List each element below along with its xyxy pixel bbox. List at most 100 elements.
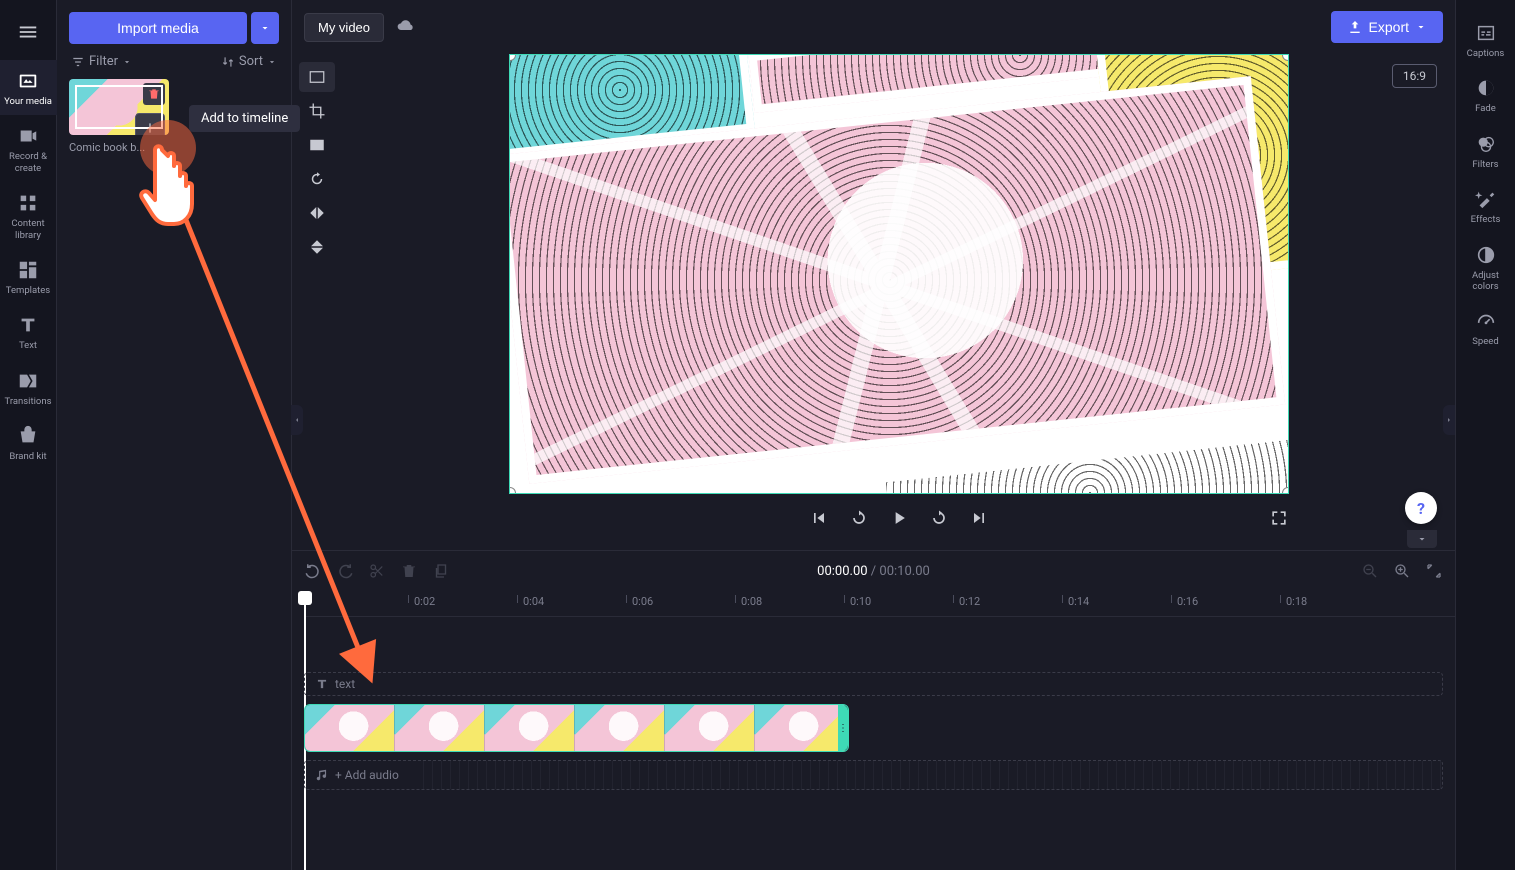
cloud-save-icon (396, 15, 416, 39)
sidebar-label: Templates (6, 285, 50, 296)
preview-canvas[interactable] (509, 54, 1289, 494)
right-item-fade[interactable]: Fade (1457, 67, 1514, 122)
right-label: Captions (1467, 48, 1505, 59)
current-time: 00:00.00 (817, 564, 867, 579)
right-label: Adjust colors (1461, 270, 1510, 293)
filter-label: Filter (89, 54, 118, 69)
sidebar-label: Transitions (5, 396, 52, 407)
sort-button[interactable]: Sort (221, 54, 277, 69)
timeline-toolbar: 00:00.00 / 00:10.00 (292, 551, 1455, 591)
import-media-button[interactable]: Import media (69, 12, 247, 44)
clip-thumbnails (305, 705, 845, 751)
ruler-mark: 0:06 (632, 595, 653, 608)
split-button[interactable] (368, 562, 386, 580)
text-icon (315, 677, 329, 691)
add-to-timeline-tooltip: Add to timeline (189, 105, 300, 132)
menu-button[interactable] (0, 12, 57, 52)
total-time: 00:10.00 (879, 564, 929, 579)
right-label: Speed (1472, 336, 1498, 347)
step-forward-button[interactable] (929, 508, 949, 528)
ruler-mark: 0:12 (959, 595, 980, 608)
skip-end-button[interactable] (969, 508, 989, 528)
transport-controls (509, 494, 1289, 538)
preview-wrap (342, 54, 1455, 550)
help-expand-button[interactable] (1407, 530, 1437, 548)
import-media-caret[interactable] (251, 12, 279, 44)
ruler-mark: 0:14 (1068, 595, 1089, 608)
sidebar-item-templates[interactable]: Templates (0, 249, 57, 304)
sidebar-item-transitions[interactable]: Transitions (0, 360, 57, 415)
audio-track-label: + Add audio (335, 768, 399, 782)
right-label: Fade (1475, 103, 1496, 114)
zoom-in-button[interactable] (1393, 562, 1411, 580)
ruler-mark: 0:16 (1177, 595, 1198, 608)
delete-media-button[interactable] (143, 83, 165, 105)
sidebar-item-text[interactable]: Text (0, 304, 57, 359)
duplicate-button[interactable] (432, 562, 450, 580)
export-button[interactable]: Export (1331, 11, 1443, 43)
timeline-area: 00:00.00 / 00:10.00 0 0:020:040:060:080:… (292, 550, 1455, 870)
main-area: Export (292, 0, 1455, 870)
tracks-container: text ⋮ ⋮ + Add audio (304, 617, 1443, 870)
media-item[interactable]: Comic book b... Add to timeline (69, 79, 169, 154)
sidebar-label: Brand kit (9, 451, 46, 462)
text-track[interactable]: text (304, 672, 1443, 696)
collapse-panel-button[interactable] (291, 405, 303, 435)
sort-label: Sort (239, 54, 263, 69)
sidebar-label: Text (19, 340, 37, 351)
right-item-adjust-colors[interactable]: Adjust colors (1457, 234, 1514, 301)
fit-button[interactable] (299, 62, 335, 92)
text-track-label: text (335, 677, 355, 691)
media-panel: Import media Filter Sort Com (57, 0, 292, 870)
sidebar-label: Your media (4, 96, 52, 107)
ruler-mark: 0:18 (1286, 595, 1307, 608)
right-item-effects[interactable]: Effects (1457, 178, 1514, 233)
top-bar: Export (292, 0, 1455, 54)
rotate-button[interactable] (299, 164, 335, 194)
sidebar-item-your-media[interactable]: Your media (0, 60, 57, 115)
video-clip[interactable]: ⋮ ⋮ (304, 704, 849, 752)
help-button[interactable]: ? (1405, 492, 1437, 524)
left-tool-rail: Your media Record & create Content libra… (0, 0, 57, 870)
add-to-timeline-button[interactable] (135, 113, 165, 135)
right-item-captions[interactable]: Captions (1457, 12, 1514, 67)
right-item-filters[interactable]: Filters (1457, 123, 1514, 178)
sidebar-label: Record & create (4, 151, 53, 174)
project-title-input[interactable] (304, 13, 384, 42)
right-item-speed[interactable]: Speed (1457, 300, 1514, 355)
zoom-out-button[interactable] (1361, 562, 1379, 580)
aspect-ratio-button[interactable]: 16:9 (1392, 64, 1437, 88)
stage-container (292, 54, 1455, 550)
ruler-mark: 0:08 (741, 595, 762, 608)
skip-start-button[interactable] (809, 508, 829, 528)
flip-h-button[interactable] (299, 198, 335, 228)
sidebar-item-brand-kit[interactable]: Brand kit (0, 415, 57, 470)
flip-v-button[interactable] (299, 232, 335, 262)
clip-handle-right[interactable]: ⋮ (838, 705, 848, 751)
music-icon (315, 768, 329, 782)
filter-button[interactable]: Filter (71, 54, 132, 69)
zoom-fit-button[interactable] (1425, 562, 1443, 580)
ruler-mark: 0:10 (850, 595, 871, 608)
media-thumbnail[interactable] (69, 79, 169, 135)
collapse-right-panel-button[interactable] (1443, 405, 1455, 435)
media-item-name: Comic book b... (69, 141, 169, 154)
waveform-placeholder (415, 761, 1442, 789)
undo-button[interactable] (304, 562, 322, 580)
crop-button[interactable] (299, 96, 335, 126)
time-ruler[interactable]: 0 0:020:040:060:080:100:120:140:160:18 (304, 591, 1455, 617)
right-label: Effects (1471, 214, 1501, 225)
sidebar-item-content-library[interactable]: Content library (0, 182, 57, 249)
right-label: Filters (1472, 159, 1498, 170)
ruler-mark: 0:02 (414, 595, 435, 608)
redo-button[interactable] (336, 562, 354, 580)
timeline-timecode: 00:00.00 / 00:10.00 (817, 564, 930, 579)
delete-clip-button[interactable] (400, 562, 418, 580)
step-back-button[interactable] (849, 508, 869, 528)
ruler-mark: 0:04 (523, 595, 544, 608)
audio-track[interactable]: + Add audio (304, 760, 1443, 790)
fullscreen-button[interactable] (1269, 508, 1289, 528)
play-button[interactable] (889, 508, 909, 528)
sidebar-item-record-create[interactable]: Record & create (0, 115, 57, 182)
pip-button[interactable] (299, 130, 335, 160)
